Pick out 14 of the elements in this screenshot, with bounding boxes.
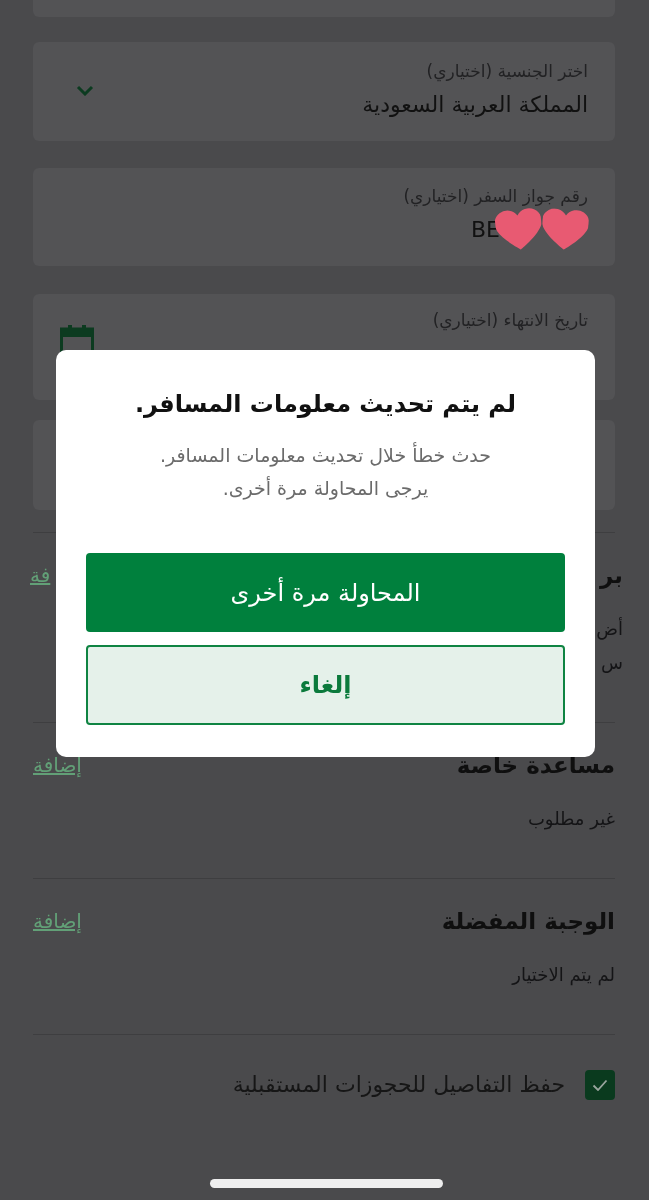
field-value: BE	[471, 216, 500, 244]
section-title: بر	[600, 561, 623, 591]
section-title: الوجبة المفضلة	[441, 907, 615, 937]
dialog-message: حدث خطأ خلال تحديث معلومات المسافر.	[160, 441, 491, 469]
section-title: مساعدة خاصة	[456, 751, 615, 780]
add-link[interactable]: فة	[30, 560, 51, 590]
chevron-down-icon	[76, 85, 94, 96]
field-value: المملكة العربية السعودية	[362, 90, 588, 119]
checkbox[interactable]	[585, 1070, 615, 1100]
cancel-button[interactable]: إلغاء	[86, 645, 565, 725]
dialog-message: يرجى المحاولة مرة أخرى.	[222, 475, 429, 502]
add-link[interactable]: إضافة	[33, 906, 82, 936]
check-icon	[592, 1079, 608, 1091]
retry-button[interactable]: المحاولة مرة أخرى	[86, 553, 565, 632]
